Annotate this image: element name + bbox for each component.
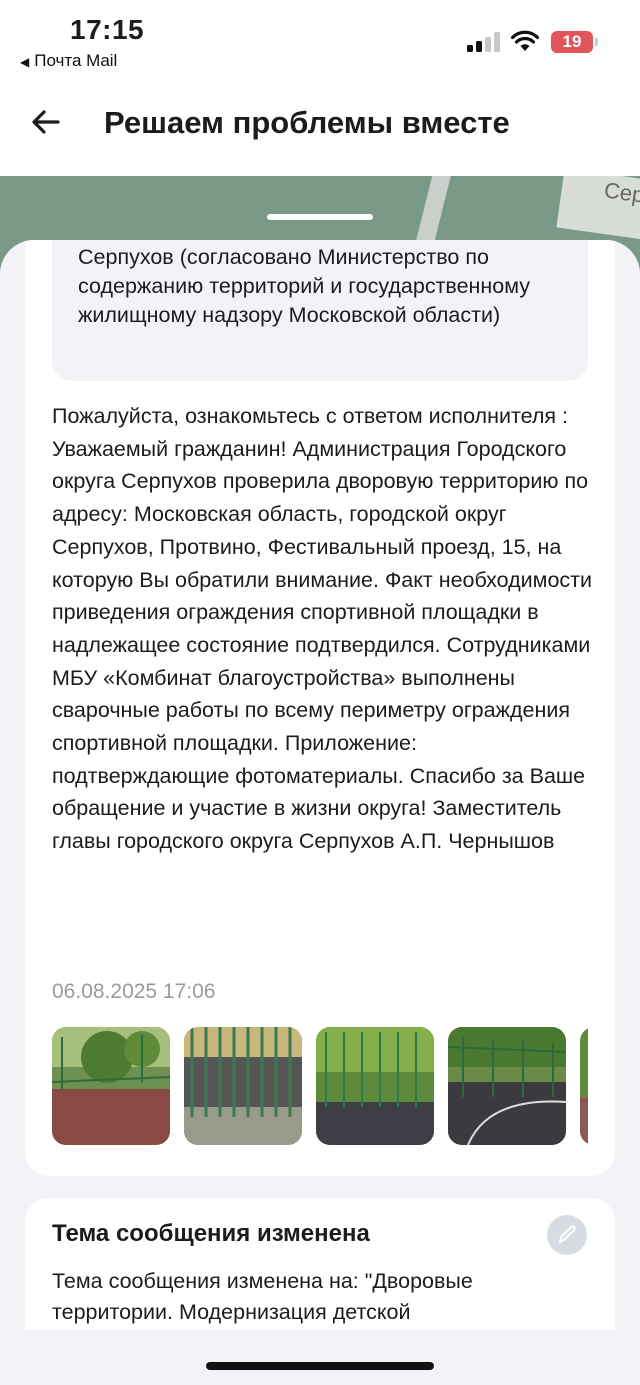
home-indicator[interactable] — [206, 1362, 434, 1370]
topic-changed-text: Тема сообщения изменена на: "Дворовые те… — [52, 1269, 473, 1324]
bottom-sheet: Серпухов (согласовано Министерство по со… — [0, 240, 640, 1385]
bottom-safe-area — [0, 1330, 640, 1385]
photo-image — [184, 1027, 302, 1145]
attachment-photo[interactable] — [52, 1027, 170, 1145]
signal-icon — [467, 32, 501, 52]
response-card: Серпухов (согласовано Министерство по со… — [25, 240, 615, 1176]
photo-image — [52, 1027, 170, 1145]
topic-changed-title: Тема сообщения изменена — [52, 1220, 370, 1247]
page-title: Решаем проблемы вместе — [104, 105, 510, 140]
arrow-left-icon[interactable] — [28, 104, 64, 140]
response-text: Пожалуйста, ознакомьтесь с ответом испол… — [52, 404, 593, 854]
back-triangle-icon: ◀ — [20, 55, 30, 69]
app-header: Решаем проблемы вместе — [0, 80, 640, 176]
attachment-photo[interactable] — [448, 1027, 566, 1145]
status-time: 17:15 — [70, 14, 145, 45]
wifi-icon — [510, 30, 540, 51]
photo-image — [316, 1027, 434, 1145]
map-street-label: Сер — [602, 177, 640, 208]
back-to-app-link[interactable]: ◀ Почта Mail — [20, 51, 117, 71]
photo-image — [580, 1027, 588, 1145]
status-bar: 17:15 ◀ Почта Mail 19 — [0, 0, 640, 80]
pencil-icon[interactable] — [547, 1215, 587, 1255]
quoted-message: Серпухов (согласовано Министерство по со… — [52, 240, 588, 381]
battery-icon: 19 — [551, 31, 598, 53]
quoted-message-text: Серпухов (согласовано Министерство по со… — [78, 245, 531, 327]
attachment-photo[interactable] — [580, 1027, 588, 1145]
attachment-photo[interactable] — [316, 1027, 434, 1145]
photo-image — [448, 1027, 566, 1145]
sheet-grabber-handle[interactable] — [267, 214, 373, 220]
response-date: 06.08.2025 17:06 — [52, 980, 216, 1003]
back-app-label: Почта Mail — [34, 51, 118, 70]
attachment-photo[interactable] — [184, 1027, 302, 1145]
photo-gallery[interactable] — [52, 1027, 588, 1145]
